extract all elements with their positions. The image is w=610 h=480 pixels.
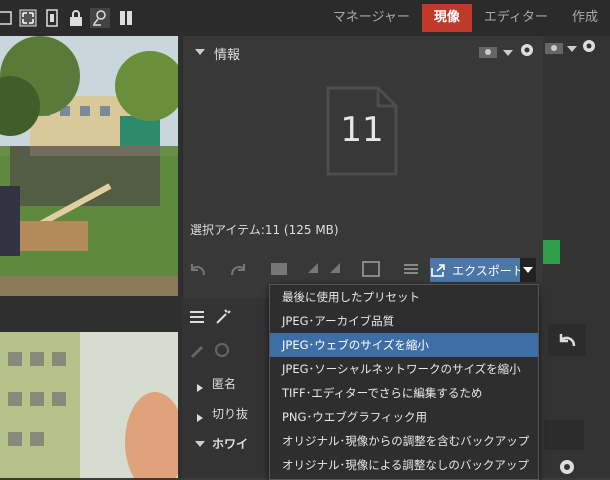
menu-item-last-preset[interactable]: 最後に使用したプリセット	[270, 285, 538, 309]
user-search-icon[interactable]	[90, 8, 110, 28]
item-count: 11	[340, 110, 384, 150]
rotate-icon[interactable]	[304, 261, 344, 281]
filmstrip-icon[interactable]	[42, 8, 62, 28]
chevron-down-icon[interactable]	[567, 46, 577, 52]
value-field[interactable]	[544, 420, 584, 450]
photo-thumbnail[interactable]	[0, 36, 178, 296]
chevron-down-icon[interactable]	[503, 50, 513, 56]
menu-item-jpeg-web[interactable]: JPEG･ウェブのサイズを縮小	[270, 333, 538, 357]
menu-item-jpeg-social[interactable]: JPEG･ソーシャルネットワークのサイズを縮小	[270, 357, 538, 381]
export-dropdown-button[interactable]	[520, 258, 536, 282]
export-icon	[431, 264, 445, 277]
photo-thumbnail[interactable]	[0, 332, 178, 478]
panel-title: 情報	[214, 48, 241, 63]
section-white-balance[interactable]: ホワイ	[212, 435, 248, 452]
image-icon[interactable]	[270, 261, 288, 281]
lock-icon[interactable]	[66, 8, 86, 28]
magic-wand-icon[interactable]	[214, 308, 232, 330]
collapse-caret-icon[interactable]	[195, 441, 205, 447]
expand-icon[interactable]	[18, 8, 38, 28]
gear-icon[interactable]	[581, 38, 597, 58]
menu-item-original-without-adjustments[interactable]: オリジナル･現像による調整なしのバックアップ	[270, 453, 538, 477]
undo-icon[interactable]	[188, 261, 208, 281]
menu-item-tiff-editor[interactable]: TIFF･エディターでさらに編集するため	[270, 381, 538, 405]
tab-editor[interactable]: エディター	[472, 4, 560, 32]
redo-icon[interactable]	[228, 261, 248, 281]
crop-icon[interactable]	[0, 8, 14, 28]
collapse-caret-icon[interactable]	[195, 49, 205, 55]
brush-icon[interactable]	[190, 343, 206, 363]
mode-tabs: マネージャー 現像 エディター 作成	[321, 0, 610, 36]
camera-icon[interactable]	[478, 44, 498, 63]
menu-item-original-with-adjustments[interactable]: オリジナル･現像からの調整を含むバックアップ	[270, 429, 538, 453]
gear-icon[interactable]	[558, 458, 576, 480]
reset-button[interactable]	[548, 324, 586, 356]
expand-caret-icon[interactable]	[196, 408, 204, 427]
share-icon[interactable]	[542, 240, 560, 264]
selection-info: 選択アイテム:11 (125 MB)	[190, 223, 339, 237]
section-anonymize[interactable]: 匿名	[212, 375, 236, 392]
sliders-icon[interactable]	[188, 308, 206, 330]
sliders-icon[interactable]	[402, 261, 420, 281]
export-label: エクスポート	[452, 263, 524, 278]
tab-develop[interactable]: 現像	[421, 4, 472, 32]
pause-icon[interactable]	[116, 8, 136, 28]
export-button[interactable]: エクスポート	[430, 258, 524, 282]
chevron-down-icon	[523, 267, 533, 273]
tab-create[interactable]: 作成	[560, 4, 610, 32]
section-crop[interactable]: 切り抜	[212, 405, 248, 422]
save-icon[interactable]	[362, 261, 380, 281]
gear-icon[interactable]	[519, 42, 535, 62]
menu-item-png-web[interactable]: PNG･ウエブグラフィック用	[270, 405, 538, 429]
export-menu: 最後に使用したプリセット JPEG･アーカイブ品質 JPEG･ウェブのサイズを縮…	[269, 284, 539, 480]
expand-caret-icon[interactable]	[196, 378, 204, 397]
mask-icon[interactable]	[214, 342, 230, 362]
camera-icon[interactable]	[544, 40, 564, 59]
tab-manager[interactable]: マネージャー	[321, 4, 422, 32]
menu-item-jpeg-archive[interactable]: JPEG･アーカイブ品質	[270, 309, 538, 333]
